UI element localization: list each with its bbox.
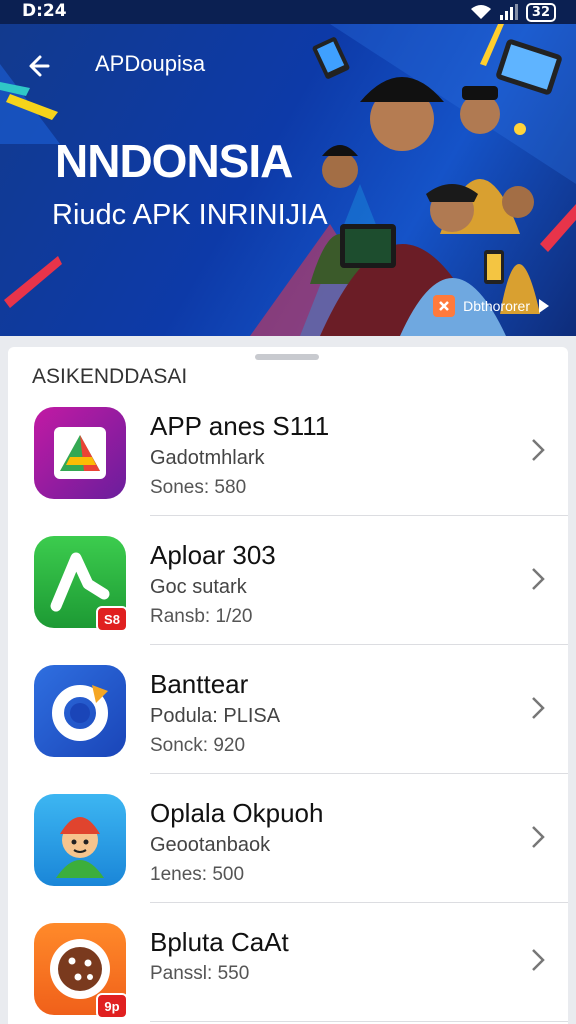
list-item[interactable]: APP anes S111 Gadotmhlark Sones: 580	[8, 397, 568, 525]
banner-headline: NNDONSIA	[55, 135, 293, 187]
app-title: APDoupisa	[95, 51, 206, 76]
battery-icon: 32	[525, 2, 556, 22]
chevron-right-icon	[532, 949, 545, 971]
app-list-sheet: ASIKENDDASAI APP anes S111 Gadotmhlark S…	[8, 347, 568, 1024]
divider	[150, 644, 568, 645]
back-arrow-icon[interactable]	[26, 50, 58, 82]
play-triangle-icon	[34, 407, 126, 499]
wifi-icon	[470, 5, 491, 19]
app-meta: Sones: 580	[150, 477, 247, 498]
section-title: ASIKENDDASAI	[32, 365, 188, 388]
divider	[150, 773, 568, 774]
app-name: APP anes S111	[150, 411, 330, 441]
cartoon-character-icon	[34, 794, 126, 886]
app-meta: 1enes: 500	[150, 864, 245, 885]
status-bar: D:24 32	[0, 0, 576, 24]
app-badge: S8	[96, 606, 128, 632]
app-name: Oplala Okpuoh	[150, 798, 324, 828]
divider	[150, 1021, 568, 1022]
list-item[interactable]: 9p Bpluta CaAt Panssl: 550	[8, 913, 568, 1024]
banner-cta[interactable]: Dbthororer	[433, 295, 550, 317]
app-meta: Ransb: 1/20	[150, 606, 253, 627]
download-box-icon	[433, 295, 456, 317]
play-arrow-icon	[539, 299, 549, 313]
app-subtitle: Podula: PLISA	[150, 705, 281, 727]
divider	[150, 902, 568, 903]
app-name: Aploar 303	[150, 540, 276, 570]
battery-level: 32	[531, 4, 550, 20]
app-subtitle: Geootanbaok	[150, 834, 271, 856]
app-subtitle: Goc sutark	[150, 576, 247, 598]
status-icons: 32	[470, 0, 556, 24]
app-meta: Panssl: 550	[150, 963, 250, 984]
list-item[interactable]: Oplala Okpuoh Geootanbaok 1enes: 500	[8, 784, 568, 912]
app-name: Banttear	[150, 669, 249, 699]
refresh-circle-icon	[34, 665, 126, 757]
chevron-right-icon	[532, 826, 545, 848]
status-time: D:24	[22, 1, 67, 21]
signal-icon	[499, 4, 518, 20]
check-arrow-icon: S8	[34, 536, 128, 632]
banner-subheadline: Riudc APK INRINIJIA	[52, 199, 328, 231]
promo-banner[interactable]: APDoupisa NNDONSIA Riudc APK INRINIJIA D…	[0, 24, 576, 336]
app-badge: 9p	[96, 993, 128, 1019]
chevron-right-icon	[532, 439, 545, 461]
divider	[150, 515, 568, 516]
banner-cta-label: Dbthororer	[463, 298, 530, 314]
app-meta: Sonck: 920	[150, 735, 246, 756]
list-item[interactable]: Banttear Podula: PLISA Sonck: 920	[8, 655, 568, 783]
chevron-right-icon	[532, 697, 545, 719]
app-name: Bpluta CaAt	[150, 927, 289, 957]
cookie-icon: 9p	[34, 923, 128, 1019]
app-subtitle: Gadotmhlark	[150, 447, 265, 469]
drag-handle[interactable]	[255, 354, 319, 360]
list-item[interactable]: S8 Aploar 303 Goc sutark Ransb: 1/20	[8, 526, 568, 654]
chevron-right-icon	[532, 568, 545, 590]
